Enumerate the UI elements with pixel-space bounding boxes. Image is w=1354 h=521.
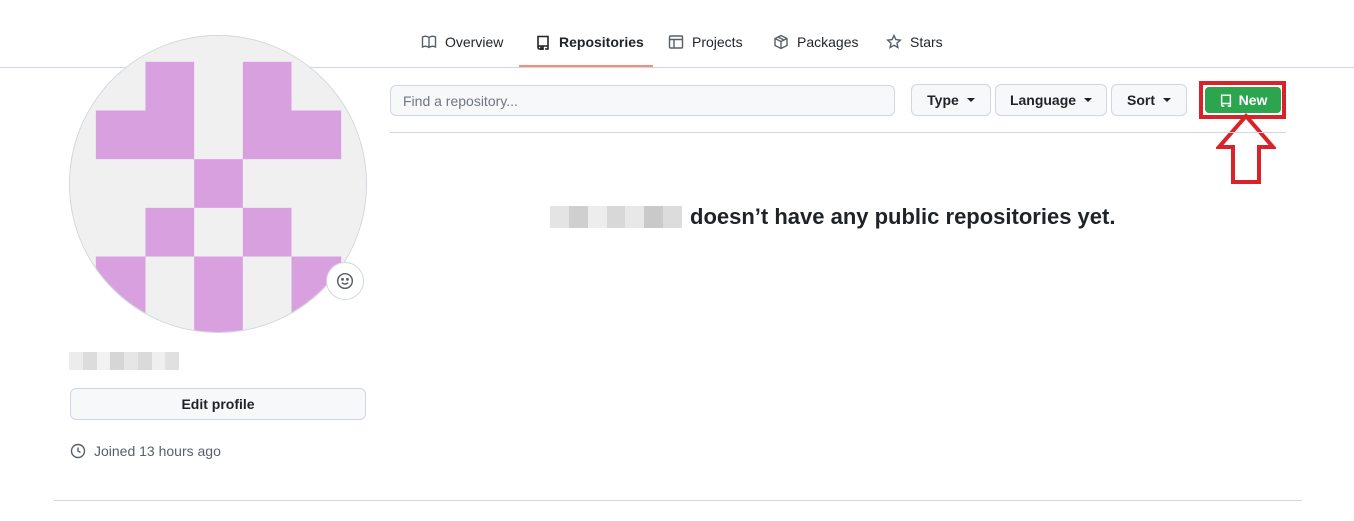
username-redacted [69,352,179,370]
tab-stars[interactable]: Stars [886,22,943,62]
avatar[interactable] [69,35,367,333]
footer-divider [54,500,1302,501]
identicon-image [70,36,366,332]
sort-button[interactable]: Sort [1111,84,1187,116]
tab-projects[interactable]: Projects [668,22,743,62]
annotation-up-arrow-icon [1216,113,1276,184]
tab-packages-label: Packages [797,34,859,50]
clock-icon [70,443,86,459]
language-filter-button[interactable]: Language [995,84,1107,116]
package-icon [774,34,788,50]
language-filter-label: Language [1009,92,1077,108]
type-filter-label: Type [927,92,959,108]
smiley-icon [336,272,354,290]
book-icon [421,35,437,49]
find-repository-input[interactable] [390,85,895,116]
tab-packages[interactable]: Packages [773,22,858,62]
tab-stars-label: Stars [910,34,943,50]
caret-down-icon [966,98,975,102]
tab-projects-label: Projects [692,34,743,50]
joined-text: Joined 13 hours ago [94,443,221,459]
tab-repositories[interactable]: Repositories [535,22,644,62]
sort-label: Sort [1127,92,1155,108]
edit-profile-button[interactable]: Edit profile [70,388,366,420]
tab-overview[interactable]: Overview [421,22,503,62]
tab-overview-label: Overview [445,34,504,50]
type-filter-button[interactable]: Type [911,84,991,116]
username-redacted [550,206,683,228]
tab-repositories-label: Repositories [559,34,644,50]
set-status-button[interactable] [326,262,364,300]
repo-icon [537,35,549,50]
empty-state-message: doesn’t have any public repositories yet… [550,202,1115,232]
toolbar-divider [390,132,1286,133]
caret-down-icon [1163,98,1171,102]
table-icon [668,35,684,49]
joined-info: Joined 13 hours ago [70,443,221,459]
star-icon [886,34,902,49]
active-tab-underline [519,65,653,67]
caret-down-icon [1084,98,1093,102]
empty-state-text: doesn’t have any public repositories yet… [690,204,1116,229]
